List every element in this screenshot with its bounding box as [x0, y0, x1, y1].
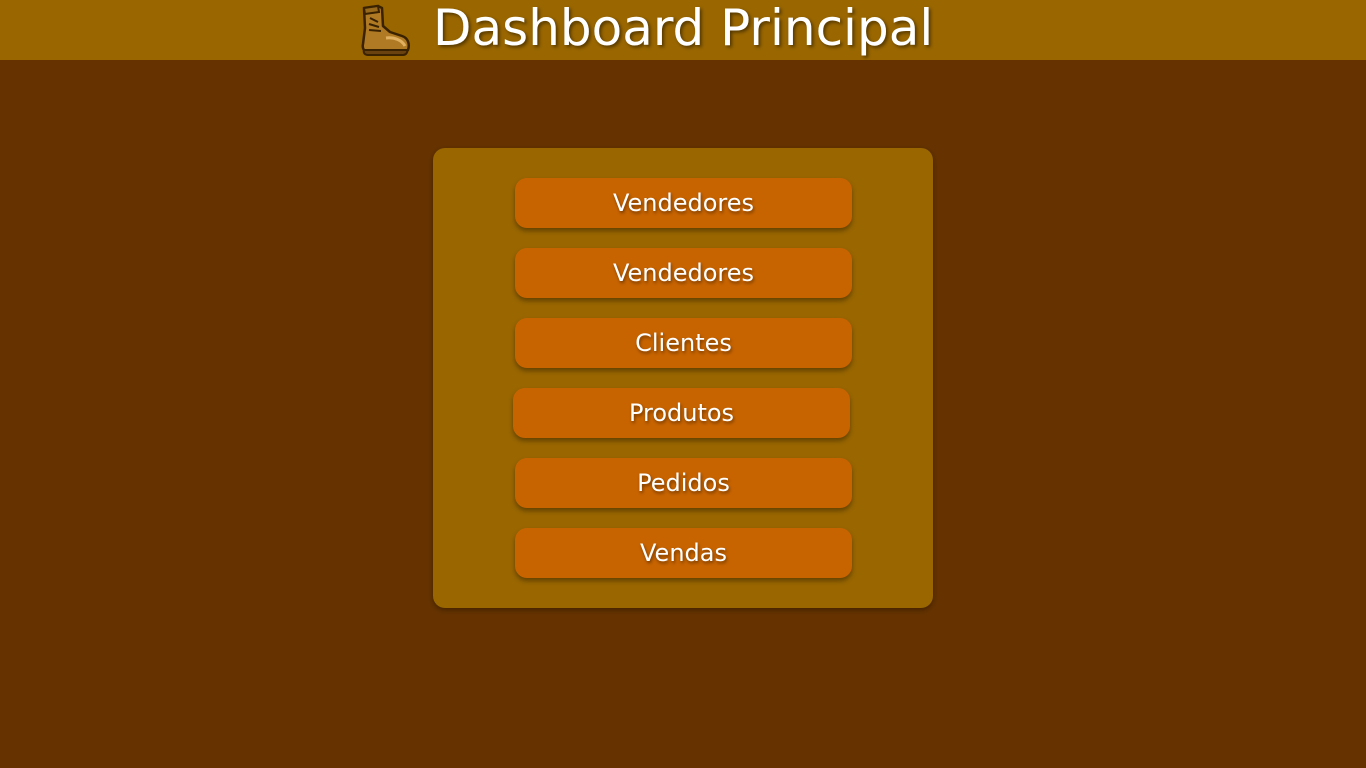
menu-button-pedidos[interactable]: Pedidos [515, 458, 852, 508]
menu-button-vendas[interactable]: Vendas [515, 528, 852, 578]
menu-button-vendedores[interactable]: Vendedores [515, 178, 852, 228]
menu-panel: Vendedores Vendedores Clientes Produtos … [433, 148, 933, 608]
menu-button-produtos[interactable]: Produtos [513, 388, 850, 438]
menu-button-vendedores-2[interactable]: Vendedores [515, 248, 852, 298]
header-bar: Dashboard Principal [0, 0, 1366, 60]
boot-icon [361, 4, 410, 56]
menu-button-clientes[interactable]: Clientes [515, 318, 852, 368]
page-title: Dashboard Principal [433, 0, 934, 57]
